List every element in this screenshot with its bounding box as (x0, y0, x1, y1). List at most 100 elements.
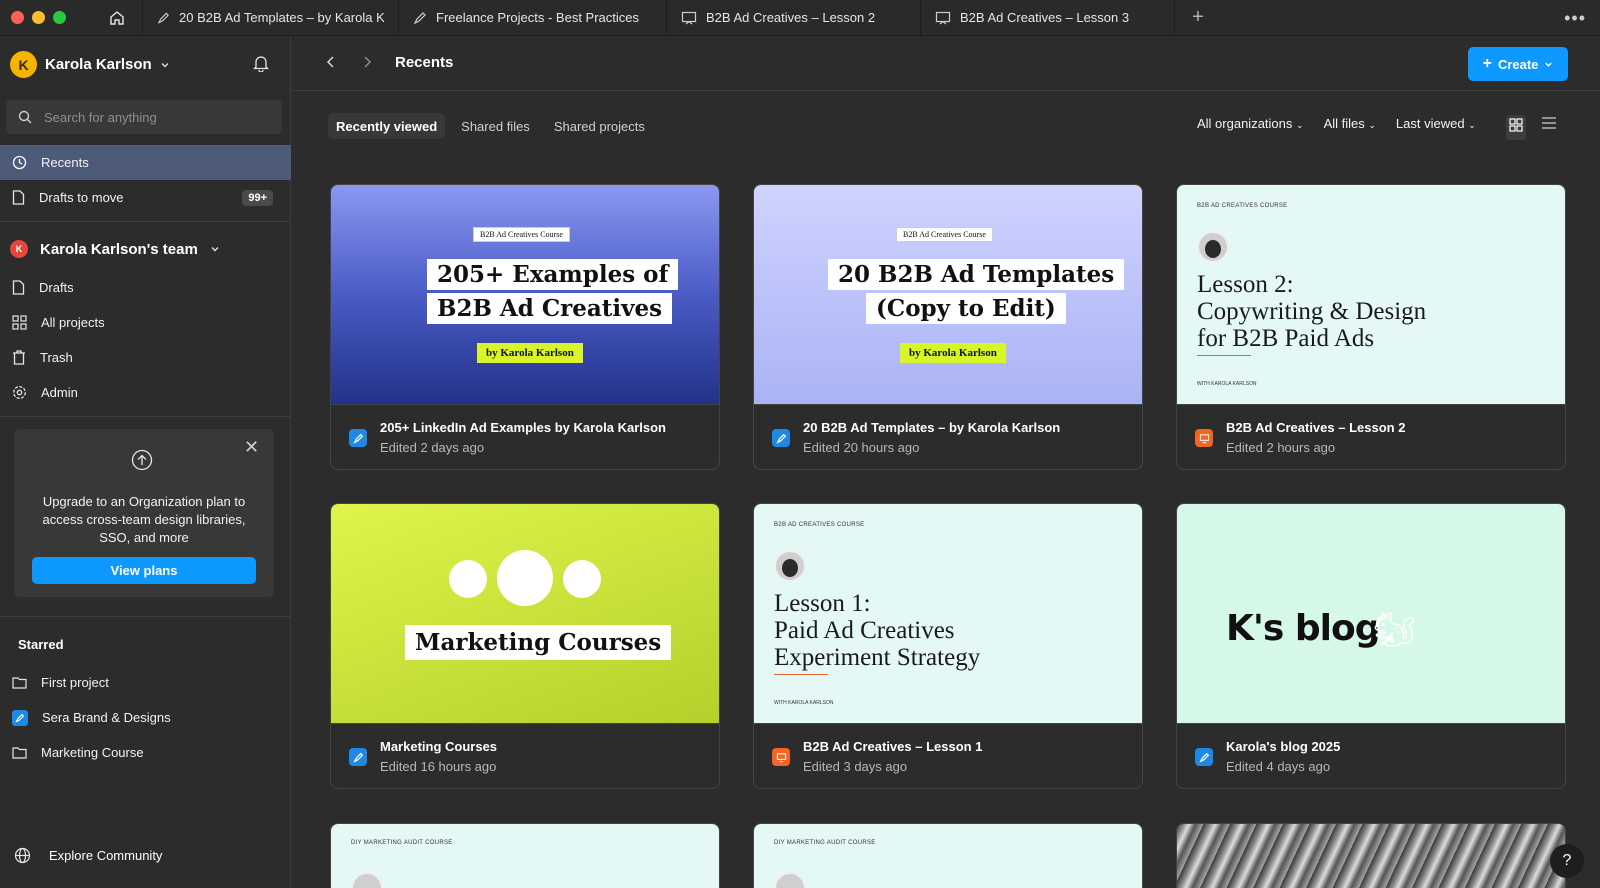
divider (0, 616, 291, 617)
thumbnail-title: Marketing Courses (405, 625, 672, 660)
file-card[interactable]: 🐿 🐿 🐿 Marketing Courses Marketing Course… (330, 503, 720, 789)
thumbnail-title-line: 20 B2B Ad Templates (828, 259, 1125, 290)
author-label: WITH KAROLA KARLSON (1197, 381, 1257, 387)
tab-recently-viewed[interactable]: Recently viewed (328, 113, 446, 139)
file-card[interactable]: DIY MARKETING AUDIT COURSE (330, 823, 720, 888)
home-tab[interactable] (91, 0, 143, 36)
new-tab-button[interactable]: + (1175, 0, 1221, 36)
tab-shared-files[interactable]: Shared files (453, 113, 538, 139)
more-options-icon[interactable]: ••• (1564, 8, 1586, 29)
lesson-title: Lesson 2: Copywriting & Design for B2B P… (1197, 271, 1427, 352)
tab-2[interactable]: Freelance Projects - Best Practices (399, 0, 667, 36)
file-card[interactable]: B2B Ad Creatives Course 20 B2B Ad Templa… (753, 184, 1143, 470)
divider (1197, 355, 1251, 356)
title-bar: 20 B2B Ad Templates – by Karola Karl Fre… (0, 0, 1600, 36)
create-button[interactable]: + Create (1468, 47, 1568, 81)
chevron-right-icon (364, 56, 372, 68)
chevron-down-icon: ⌄ (1368, 120, 1376, 130)
view-toggle (1506, 115, 1558, 140)
thumbnail-title-line: B2B Ad Creatives (427, 293, 673, 324)
file-info: B2B Ad Creatives – Lesson 2 Edited 2 hou… (1177, 404, 1565, 469)
list-view-button[interactable] (1540, 115, 1558, 140)
tab-1[interactable]: 20 B2B Ad Templates – by Karola Karl (143, 0, 399, 36)
filter-tabs: Recently viewed Shared files Shared proj… (328, 113, 653, 139)
sidebar-item-first-project[interactable]: First project (0, 665, 291, 700)
help-button[interactable]: ? (1550, 844, 1584, 878)
file-thumbnail: B2B Ad Creatives Course 20 B2B Ad Templa… (754, 185, 1142, 404)
count-badge: 99+ (242, 189, 273, 206)
file-name: B2B Ad Creatives – Lesson 1 (803, 739, 983, 754)
file-card[interactable]: B2B Ad Creatives Course 205+ Examples of… (330, 184, 720, 470)
file-type-dropdown[interactable]: All files ⌄ (1324, 116, 1376, 131)
close-icon[interactable]: ✕ (244, 437, 259, 458)
course-pill: B2B Ad Creatives Course (896, 227, 993, 242)
file-name: Marketing Courses (380, 739, 498, 754)
file-card[interactable]: B2B AD CREATIVES COURSE Lesson 2: Copywr… (1176, 184, 1566, 470)
author-label: WITH KAROLA KARLSON (774, 700, 834, 706)
sidebar-item-admin[interactable]: Admin (0, 375, 291, 410)
dropdown-label: Last viewed (1395, 116, 1465, 131)
back-button[interactable] (326, 53, 336, 74)
sidebar-item-all-projects[interactable]: All projects (0, 305, 291, 340)
design-file-icon (413, 11, 426, 24)
explore-community-link[interactable]: Explore Community (14, 847, 162, 864)
file-thumbnail: B2B AD CREATIVES COURSE Lesson 2: Copywr… (1177, 185, 1565, 404)
file-info: 205+ LinkedIn Ad Examples by Karola Karl… (331, 404, 719, 469)
tab-3[interactable]: B2B Ad Creatives – Lesson 2 (667, 0, 921, 36)
team-switcher[interactable]: K Karola Karlson's team (10, 240, 220, 258)
grid-view-button[interactable] (1506, 115, 1526, 140)
upgrade-text: Upgrade to an Organization plan to acces… (42, 494, 246, 545)
sidebar-item-drafts-to-move[interactable]: Drafts to move 99+ (0, 180, 291, 215)
file-thumbnail: DIY MARKETING AUDIT COURSE (331, 824, 719, 888)
account-switcher[interactable]: K Karola Karlson (10, 51, 170, 78)
tab-label: B2B Ad Creatives – Lesson 3 (960, 10, 1130, 25)
close-window-button[interactable] (11, 11, 24, 24)
sort-dropdown[interactable]: Last viewed ⌄ (1396, 116, 1476, 131)
file-edited-time: Edited 2 days ago (380, 440, 485, 455)
slides-file-icon (935, 11, 951, 24)
file-card[interactable]: DIY MARKETING AUDIT COURSE (753, 823, 1143, 888)
search-input[interactable]: Search for anything (6, 100, 282, 134)
search-icon (18, 110, 32, 124)
tab-4[interactable]: B2B Ad Creatives – Lesson 3 (921, 0, 1175, 36)
view-plans-button[interactable]: View plans (32, 557, 256, 584)
forward-button[interactable] (362, 53, 372, 74)
sidebar-item-drafts[interactable]: Drafts (0, 270, 291, 305)
tab-label: B2B Ad Creatives – Lesson 2 (706, 10, 876, 25)
sidebar-item-marketing-course[interactable]: Marketing Course (0, 735, 291, 770)
file-icon (12, 190, 25, 205)
course-label: DIY MARKETING AUDIT COURSE (774, 840, 876, 846)
search-placeholder: Search for anything (44, 109, 157, 125)
top-bar: Recents + Create (292, 37, 1600, 91)
file-info: Karola's blog 2025 Edited 4 days ago (1177, 723, 1565, 788)
sidebar-item-sera-brand[interactable]: Sera Brand & Designs (0, 700, 291, 735)
file-card[interactable]: K's blog 🐿 Karola's blog 2025 Edited 4 d… (1176, 503, 1566, 789)
sidebar-item-label: Admin (41, 385, 78, 400)
sidebar-item-trash[interactable]: Trash (0, 340, 291, 375)
file-thumbnail: K's blog 🐿 (1177, 504, 1565, 723)
organization-dropdown[interactable]: All organizations ⌄ (1197, 116, 1304, 131)
sidebar-item-label: Recents (41, 155, 89, 170)
squirrel-icon: 🐿 (563, 560, 601, 598)
tab-shared-projects[interactable]: Shared projects (546, 113, 653, 139)
avatar (774, 550, 806, 582)
file-card[interactable]: B2B AD CREATIVES COURSE Lesson 1: Paid A… (753, 503, 1143, 789)
dropdown-label: All organizations (1197, 116, 1293, 131)
explore-label: Explore Community (49, 848, 163, 863)
design-file-icon (12, 709, 28, 726)
globe-icon (14, 847, 31, 864)
notifications-button[interactable] (252, 55, 270, 77)
file-card[interactable] (1176, 823, 1566, 888)
plus-icon: + (1192, 6, 1204, 28)
home-icon (109, 10, 124, 25)
design-file-icon (157, 12, 169, 24)
sidebar-item-recents[interactable]: Recents (0, 145, 291, 180)
sidebar-item-label: First project (41, 675, 109, 690)
maximize-window-button[interactable] (53, 11, 66, 24)
chevron-down-icon: ⌄ (1296, 120, 1304, 130)
squirrel-icon: 🐿 (449, 560, 487, 598)
sidebar: K Karola Karlson Search for anything Rec… (0, 37, 291, 888)
user-name: Karola Karlson (45, 56, 152, 73)
plus-icon: + (1482, 55, 1492, 72)
minimize-window-button[interactable] (32, 11, 45, 24)
